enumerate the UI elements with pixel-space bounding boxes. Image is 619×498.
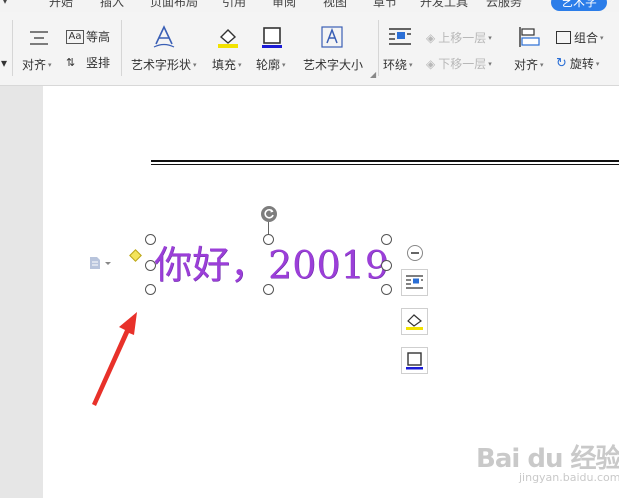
tab-home[interactable]: 开始 [49, 0, 73, 10]
wordart-size-icon [320, 25, 344, 53]
ribbon-divider [12, 20, 13, 76]
collapse-toolbar-button[interactable] [407, 245, 423, 261]
rotate-arrow-icon [264, 209, 274, 219]
tab-page-layout[interactable]: 页面布局 [150, 0, 198, 10]
header-rule-thin [151, 164, 619, 165]
rotate-button[interactable]: ↻ 旋转 ▾ [556, 55, 599, 72]
tab-developer[interactable]: 开发工具 [420, 0, 468, 10]
align-icon [28, 28, 50, 52]
resize-handle-top[interactable] [263, 234, 274, 245]
watermark-logo: Bai du 经验 [476, 444, 619, 474]
align-objects-button[interactable]: 对齐 ▾ [514, 56, 544, 73]
fill-bucket-icon [406, 314, 423, 330]
bring-forward-button[interactable]: ◈ 上移一层 ▾ [426, 29, 492, 46]
chevron-down-icon: ▾ [48, 60, 52, 69]
wordart-text[interactable]: 你好，20019 [154, 240, 389, 290]
outline-icon [260, 25, 284, 53]
tab-cloud[interactable]: 云服务 [486, 0, 522, 10]
rotate-handle[interactable] [261, 206, 277, 222]
outline-button[interactable]: 轮廓 ▾ [256, 56, 286, 73]
text-wrap-icon [388, 26, 412, 52]
chevron-down-icon: ▾ [409, 60, 413, 69]
ribbon-divider [121, 20, 122, 76]
watermark: Bai du 经验 jingyan.baidu.com [476, 438, 619, 484]
ribbon-tab-bar: ▾ 开始 插入 页面布局 引用 审阅 视图 章节 开发工具 云服务 艺术字 [0, 0, 619, 12]
same-height-icon: Aa [66, 29, 84, 44]
resize-handle-right[interactable] [381, 260, 392, 271]
chevron-down-icon: ▾ [193, 60, 197, 69]
header-rule [151, 160, 619, 162]
rotate-handle-stem [268, 221, 269, 235]
layout-options-button[interactable] [401, 269, 428, 296]
resize-handle-bottom-left[interactable] [145, 284, 156, 295]
align-objects-icon [518, 26, 540, 52]
tab-view[interactable]: 视图 [323, 0, 347, 10]
text-wrap-icon [406, 275, 423, 289]
tab-section[interactable]: 章节 [373, 0, 397, 10]
chevron-down-icon: ▾ [488, 33, 492, 42]
tab-edge: ▾ [2, 0, 9, 7]
wordart-size-button[interactable]: 艺术字大小 [303, 56, 363, 73]
group-button[interactable]: 组合 ▾ [556, 29, 604, 46]
chevron-down-icon: ▾ [595, 59, 600, 68]
resize-handle-top-right[interactable] [381, 234, 392, 245]
resize-handle-left[interactable] [145, 260, 156, 271]
tab-references[interactable]: 引用 [222, 0, 246, 10]
outline-icon [406, 352, 423, 370]
layer-up-icon: ◈ [426, 30, 436, 45]
align-button[interactable]: 对齐 ▾ [22, 56, 52, 73]
prev-dropdown-caret[interactable]: ▾ [1, 56, 7, 70]
tab-wordart[interactable]: 艺术字 [551, 0, 608, 11]
quick-outline-button[interactable] [401, 347, 428, 374]
chevron-down-icon: ▾ [600, 33, 604, 42]
chevron-down-icon: ▾ [238, 60, 242, 69]
tab-insert[interactable]: 插入 [100, 0, 124, 10]
group-icon [556, 31, 571, 44]
rotate-icon: ↻ [556, 56, 567, 71]
chevron-down-icon: ▾ [282, 60, 286, 69]
layer-down-icon: ◈ [426, 56, 436, 71]
tab-review[interactable]: 审阅 [272, 0, 296, 10]
resize-handle-bottom[interactable] [263, 284, 274, 295]
resize-handle-top-left[interactable] [145, 234, 156, 245]
chevron-down-icon: ▾ [540, 60, 544, 69]
send-backward-button[interactable]: ◈ 下移一层 ▾ [426, 55, 492, 72]
wordart-shape-button[interactable]: 艺术字形状 ▾ [131, 56, 197, 73]
wordart-shape-icon [152, 24, 176, 54]
document-page[interactable] [43, 86, 619, 498]
text-wrap-button[interactable]: 环绕 ▾ [383, 56, 413, 73]
vertical-text-icon: ⇅ [66, 56, 76, 69]
ribbon-toolbar: ▾ 对齐 ▾ Aa 等高 ⇅ 竖排 艺术字形状 ▾ 填充 ▾ 轮廓 ▾ 艺术字大小 ◢ … [0, 12, 619, 86]
fill-bucket-icon [216, 25, 240, 53]
paragraph-layout-icon[interactable] [89, 255, 115, 274]
dialog-launcher-icon[interactable]: ◢ [370, 70, 376, 79]
quick-fill-button[interactable] [401, 308, 428, 335]
chevron-down-icon: ▾ [488, 59, 492, 68]
fill-button[interactable]: 填充 ▾ [212, 56, 242, 73]
ribbon-divider [378, 20, 379, 76]
resize-handle-bottom-right[interactable] [381, 284, 392, 295]
same-height-button[interactable]: Aa 等高 [66, 28, 110, 45]
vertical-text-button[interactable]: ⇅ 竖排 [66, 54, 110, 71]
